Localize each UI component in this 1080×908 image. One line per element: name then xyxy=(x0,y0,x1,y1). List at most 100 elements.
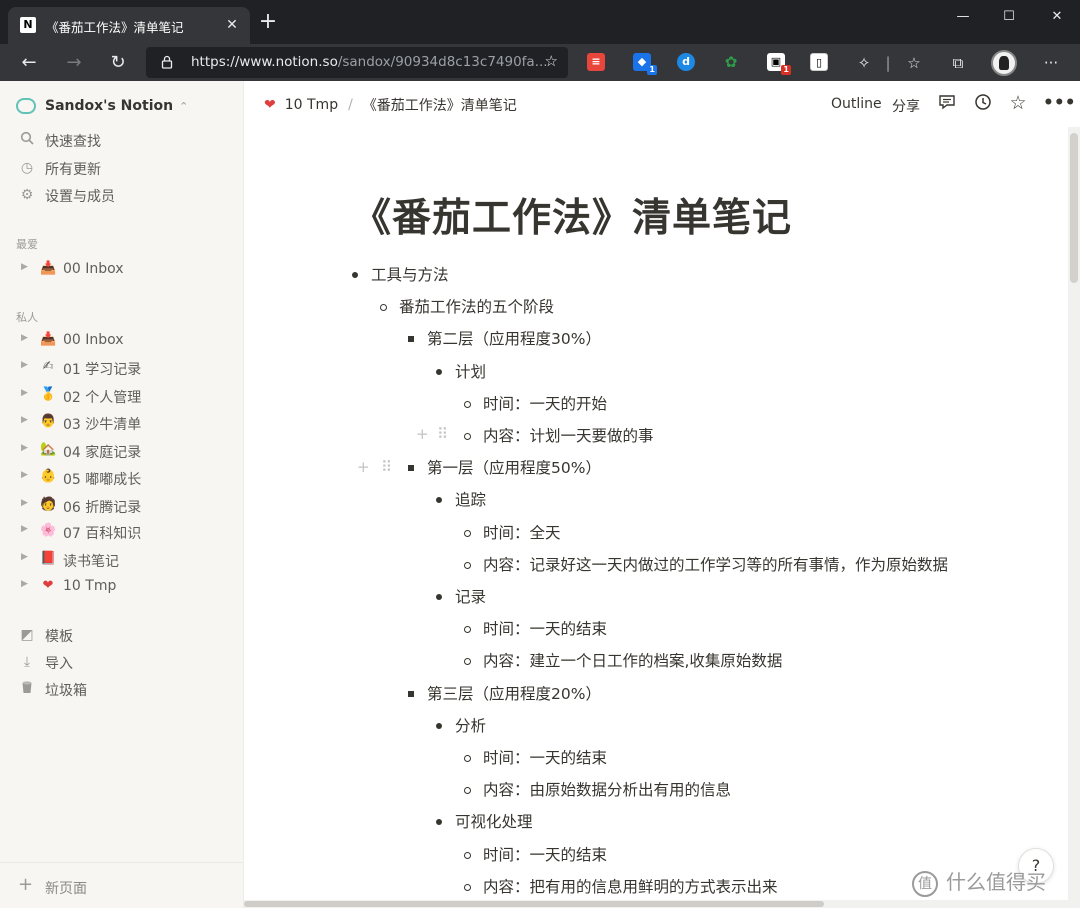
list-item[interactable]: 工具与方法 xyxy=(371,264,449,286)
add-favorite-icon[interactable]: ☆ xyxy=(545,52,558,70)
tab-close-icon[interactable]: ✕ xyxy=(222,15,242,35)
browser-tab[interactable]: N 《番茄工作法》清单笔记 ✕ xyxy=(8,7,250,44)
list-item[interactable]: 第一层（应用程度50%） xyxy=(427,457,601,479)
sidebar-quick-find[interactable]: 快速查找 xyxy=(0,126,243,153)
favorites-icon[interactable]: ☆ xyxy=(902,51,926,75)
sidebar-templates[interactable]: ◩ 模板 xyxy=(0,621,243,648)
drag-handle-icon[interactable]: ⠿ xyxy=(437,425,448,443)
scrollbar-thumb[interactable] xyxy=(244,901,824,907)
extension-shield-icon[interactable]: ◆ 1 xyxy=(633,53,657,75)
more-menu-icon[interactable]: ··· xyxy=(1039,51,1063,75)
history-clock-icon[interactable] xyxy=(973,93,993,113)
add-block-plus-icon[interactable]: + xyxy=(416,425,429,443)
address-bar[interactable]: https://www.notion.so/sandox/90934d8c13c… xyxy=(146,47,568,78)
clock-icon: ◷ xyxy=(20,160,34,176)
sidebar-page-reading[interactable]: ▶ 📕 读书笔记 xyxy=(0,546,243,573)
list-item[interactable]: 计划 xyxy=(455,361,486,383)
list-item[interactable]: 内容：建立一个日工作的档案,收集原始数据 xyxy=(483,650,782,672)
sidebar-page-tmp[interactable]: ▶ ❤ 10 Tmp xyxy=(0,573,243,600)
list-item[interactable]: 第三层（应用程度20%） xyxy=(427,683,601,705)
list-item[interactable]: 内容：由原始数据分析出有用的信息 xyxy=(483,779,731,801)
expand-triangle-icon[interactable]: ▶ xyxy=(21,498,28,508)
breadcrumb-separator: / xyxy=(348,97,353,113)
sidebar-page-wiki[interactable]: ▶ 🌸 07 百科知识 xyxy=(0,518,243,545)
more-options-icon[interactable]: ••• xyxy=(1043,93,1076,113)
workspace-logo-icon xyxy=(16,98,36,114)
bullet-disc-icon xyxy=(436,722,442,729)
extension-box-icon[interactable]: ▯ xyxy=(810,53,828,71)
list-item[interactable]: 分析 xyxy=(455,715,486,737)
sidebar-page-family[interactable]: ▶ 🏡 04 家庭记录 xyxy=(0,437,243,464)
list-item[interactable]: 第二层（应用程度30%） xyxy=(427,328,601,350)
page-label: 00 Inbox xyxy=(63,261,124,277)
new-page-button[interactable]: + 新页面 xyxy=(0,862,243,908)
share-button[interactable]: 分享 xyxy=(892,96,920,116)
expand-triangle-icon[interactable]: ▶ xyxy=(21,579,28,589)
page-label: 01 学习记录 xyxy=(63,362,142,378)
minimize-button[interactable]: — xyxy=(940,4,986,30)
sidebar-page-list[interactable]: ▶ 👨 03 沙牛清单 xyxy=(0,409,243,436)
list-item[interactable]: 时间：全天 xyxy=(483,522,561,544)
favorite-star-icon[interactable]: ☆ xyxy=(1008,93,1028,113)
list-item[interactable]: 内容：把有用的信息用鲜明的方式表示出来 xyxy=(483,876,778,898)
collections-icon[interactable]: ⧉ xyxy=(946,51,970,75)
window-close-button[interactable]: ✕ xyxy=(1034,4,1080,30)
list-item[interactable]: 追踪 xyxy=(455,489,486,511)
list-item[interactable]: 时间：一天的开始 xyxy=(483,393,607,415)
comment-icon[interactable] xyxy=(937,93,957,113)
outline-button[interactable]: Outline xyxy=(831,96,882,112)
expand-triangle-icon[interactable]: ▶ xyxy=(21,470,28,480)
watermark-text: 什么值得买 xyxy=(946,870,1046,894)
sidebar-page-inbox[interactable]: ▶ 📥 00 Inbox xyxy=(0,327,243,354)
sidebar-page-growth[interactable]: ▶ 👶 05 嘟嘟成长 xyxy=(0,464,243,491)
sidebar-import[interactable]: ⤓ 导入 xyxy=(0,648,243,675)
expand-triangle-icon[interactable]: ▶ xyxy=(21,262,28,272)
page-title[interactable]: 《番茄工作法》清单笔记 xyxy=(352,187,792,243)
expand-triangle-icon[interactable]: ▶ xyxy=(21,524,28,534)
expand-triangle-icon[interactable]: ▶ xyxy=(21,388,28,398)
bullet-disc-icon xyxy=(436,819,442,826)
sidebar-settings[interactable]: ⚙ 设置与成员 xyxy=(0,181,243,208)
extension-green-icon[interactable]: ✿ xyxy=(722,53,740,71)
sidebar-trash[interactable]: 垃圾箱 xyxy=(0,675,243,702)
horizontal-scrollbar[interactable] xyxy=(244,900,1080,908)
expand-triangle-icon[interactable]: ▶ xyxy=(21,443,28,453)
list-item[interactable]: 记录 xyxy=(455,586,486,608)
vertical-scrollbar[interactable] xyxy=(1068,127,1080,900)
breadcrumb-current[interactable]: 《番茄工作法》清单笔记 xyxy=(363,95,517,115)
extension-d-icon[interactable]: d xyxy=(677,53,695,71)
lock-icon[interactable] xyxy=(160,55,174,69)
new-tab-button[interactable]: + xyxy=(257,11,279,34)
expand-triangle-icon[interactable]: ▶ xyxy=(21,415,28,425)
extension-red-icon[interactable]: ≡ xyxy=(587,53,605,71)
maximize-button[interactable]: ☐ xyxy=(986,4,1032,30)
sidebar-all-updates[interactable]: ◷ 所有更新 xyxy=(0,154,243,181)
sidebar-page-favorite-inbox[interactable]: ▶ 📥 00 Inbox xyxy=(0,256,243,283)
expand-triangle-icon[interactable]: ▶ xyxy=(21,360,28,370)
sidebar-page-tinkering[interactable]: ▶ 🧑 06 折腾记录 xyxy=(0,492,243,519)
list-item[interactable]: 内容：记录好这一天内做过的工作学习等的所有事情，作为原始数据 xyxy=(483,554,948,576)
sidebar-page-study[interactable]: ▶ ✍ 01 学习记录 xyxy=(0,354,243,381)
list-item[interactable]: 时间：一天的结束 xyxy=(483,747,607,769)
puzzle-icon[interactable]: ✧ xyxy=(852,51,876,75)
profile-avatar[interactable] xyxy=(991,50,1017,76)
add-block-plus-icon[interactable]: + xyxy=(357,458,370,476)
breadcrumb-parent[interactable]: 10 Tmp xyxy=(285,97,338,113)
extension-game-icon[interactable]: ▣ 1 xyxy=(767,53,791,75)
forward-arrow-icon[interactable]: → xyxy=(59,48,89,78)
drag-handle-icon[interactable]: ⠿ xyxy=(381,458,392,476)
workspace-switcher[interactable]: Sandox's Notion ⌃ xyxy=(16,96,188,116)
expand-triangle-icon[interactable]: ▶ xyxy=(21,333,28,343)
list-item[interactable]: 时间：一天的结束 xyxy=(483,618,607,640)
list-item[interactable]: 可视化处理 xyxy=(455,811,533,833)
url-text[interactable]: https://www.notion.so/sandox/90934d8c13c… xyxy=(191,54,548,70)
list-item[interactable]: 内容：计划一天要做的事 xyxy=(483,425,654,447)
list-item[interactable]: 番茄工作法的五个阶段 xyxy=(399,296,554,318)
scrollbar-thumb[interactable] xyxy=(1070,133,1078,283)
page-content: 《番茄工作法》清单笔记 + ⠿ + ⠿ 工具与方法番茄工作法的五个阶段第二层（应… xyxy=(244,127,1080,900)
list-item[interactable]: 时间：一天的结束 xyxy=(483,844,607,866)
back-arrow-icon[interactable]: ← xyxy=(14,48,44,78)
reload-icon[interactable]: ↻ xyxy=(103,48,133,78)
expand-triangle-icon[interactable]: ▶ xyxy=(21,552,28,562)
sidebar-page-personal[interactable]: ▶ 🥇 02 个人管理 xyxy=(0,382,243,409)
